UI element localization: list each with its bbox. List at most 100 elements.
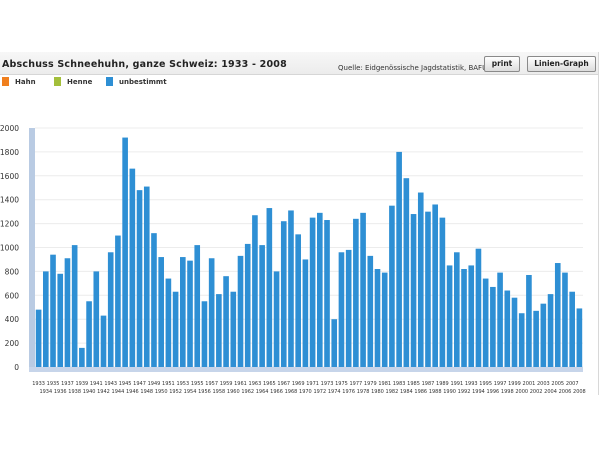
bar-1957-unbestimmt	[208, 258, 215, 367]
x-tick-label: 1947	[133, 381, 146, 387]
bar-1969-unbestimmt	[295, 234, 301, 367]
bar-1951-unbestimmt	[165, 278, 172, 367]
bar-1990-unbestimmt	[446, 265, 453, 367]
bar-1964-unbestimmt	[259, 245, 265, 367]
bar-1970-unbestimmt	[302, 259, 309, 367]
x-tick-label: 1957	[205, 381, 218, 387]
x-tick-label: 1975	[335, 381, 348, 387]
bar-1979-unbestimmt	[367, 255, 374, 367]
bar-1986-unbestimmt	[417, 192, 424, 367]
bar-1991-unbestimmt	[454, 252, 460, 367]
bar-1958-unbestimmt	[216, 294, 222, 367]
x-tick-label: 1951	[162, 381, 175, 387]
bar-1947-unbestimmt	[136, 190, 143, 367]
x-tick-label: 1973	[321, 381, 334, 387]
y-tick-label: 200	[5, 339, 20, 348]
x-tick-label: 1971	[306, 381, 319, 387]
bar-1950-unbestimmt	[158, 257, 164, 367]
bar-1996-unbestimmt	[490, 286, 496, 367]
bar-1976-unbestimmt	[345, 249, 352, 367]
x-tick-label: 2003	[537, 381, 550, 387]
bar-1973-unbestimmt	[324, 220, 330, 367]
x-tick-label: 1939	[76, 381, 89, 387]
x-tick-label: 1997	[494, 381, 507, 387]
y-tick-label: 1800	[0, 148, 19, 157]
bar-1967-unbestimmt	[280, 221, 287, 367]
bar-1989-unbestimmt	[439, 217, 446, 368]
bar-1997-unbestimmt	[497, 272, 503, 367]
y-tick-label: 1200	[0, 220, 19, 229]
bar-2007-unbestimmt	[569, 291, 575, 367]
bar-1952-unbestimmt	[172, 291, 179, 367]
bar-1940-unbestimmt	[86, 301, 92, 367]
bar-1982-unbestimmt	[389, 205, 395, 367]
bar-1949-unbestimmt	[151, 233, 157, 367]
y-tick-label: 1000	[0, 244, 19, 253]
x-tick-label: 1953	[176, 381, 189, 387]
bar-1981-unbestimmt	[381, 272, 388, 367]
bar-1953-unbestimmt	[180, 257, 186, 367]
bar-1963-unbestimmt	[252, 215, 258, 367]
x-tick-label: 1977	[350, 381, 363, 387]
x-tick-label: 1999	[508, 381, 521, 387]
bar-1980-unbestimmt	[374, 269, 381, 367]
bar-1944-unbestimmt	[115, 235, 121, 367]
bar-1954-unbestimmt	[187, 260, 193, 367]
x-axis-band	[29, 367, 583, 372]
bar-1994-unbestimmt	[475, 248, 482, 367]
x-tick-label: 2007	[566, 381, 579, 387]
bar-1995-unbestimmt	[482, 278, 489, 367]
bar-1945-unbestimmt	[122, 137, 128, 367]
bar-1961-unbestimmt	[237, 255, 244, 367]
bar-1998-unbestimmt	[504, 290, 511, 367]
page-background	[0, 395, 600, 450]
bar-1993-unbestimmt	[468, 265, 475, 367]
bar-1946-unbestimmt	[129, 168, 136, 367]
bar-chart: 0 200 400 600 800 1000 1200 1400 1600 1800 2000 193…	[0, 124, 586, 395]
bar-2002-unbestimmt	[533, 310, 539, 367]
bar-2003-unbestimmt	[540, 303, 547, 367]
x-tick-label: 1933	[32, 381, 45, 387]
bar-1962-unbestimmt	[244, 243, 251, 367]
y-tick-label: 400	[5, 315, 20, 324]
bar-1972-unbestimmt	[317, 212, 323, 367]
x-tick-label: 2005	[551, 381, 564, 387]
bar-2008-unbestimmt	[576, 308, 583, 367]
bar-1965-unbestimmt	[266, 208, 273, 367]
y-tick-label: 0	[14, 363, 19, 372]
x-tick-label: 1949	[148, 381, 161, 387]
y-tick-label: 1400	[0, 196, 19, 205]
bar-1934-unbestimmt	[43, 271, 49, 367]
bar-1960-unbestimmt	[230, 291, 237, 367]
x-tick-label: 1959	[220, 381, 233, 387]
x-tick-label: 1979	[364, 381, 377, 387]
x-tick-label: 1995	[479, 381, 492, 387]
x-tick-label: 1963	[249, 381, 262, 387]
bar-1988-unbestimmt	[432, 204, 438, 367]
x-tick-label: 1961	[234, 381, 247, 387]
bar-1983-unbestimmt	[396, 151, 402, 367]
bar-2000-unbestimmt	[518, 313, 525, 367]
x-tick-label: 1945	[119, 381, 132, 387]
x-tick-label: 1983	[393, 381, 406, 387]
x-tick-label: 2001	[523, 381, 536, 387]
bar-1992-unbestimmt	[461, 269, 467, 367]
bar-1977-unbestimmt	[353, 218, 359, 367]
x-tick-label: 1943	[104, 381, 117, 387]
x-tick-label: 1969	[292, 381, 305, 387]
x-tick-label: 1967	[277, 381, 290, 387]
bar-1943-unbestimmt	[107, 252, 114, 367]
x-tick-label: 1985	[407, 381, 420, 387]
y-tick-label: 2000	[0, 124, 19, 133]
bar-1975-unbestimmt	[338, 252, 345, 367]
bar-1935-unbestimmt	[50, 254, 56, 367]
bar-1978-unbestimmt	[360, 212, 366, 367]
bar-1937-unbestimmt	[64, 258, 71, 367]
bar-1933-unbestimmt	[35, 309, 42, 367]
bar-1974-unbestimmt	[331, 319, 338, 367]
bar-1971-unbestimmt	[309, 217, 316, 368]
bar-1987-unbestimmt	[425, 211, 431, 367]
y-tick-label: 1600	[0, 172, 19, 181]
bar-1959-unbestimmt	[223, 276, 229, 367]
bar-1936-unbestimmt	[57, 273, 64, 367]
